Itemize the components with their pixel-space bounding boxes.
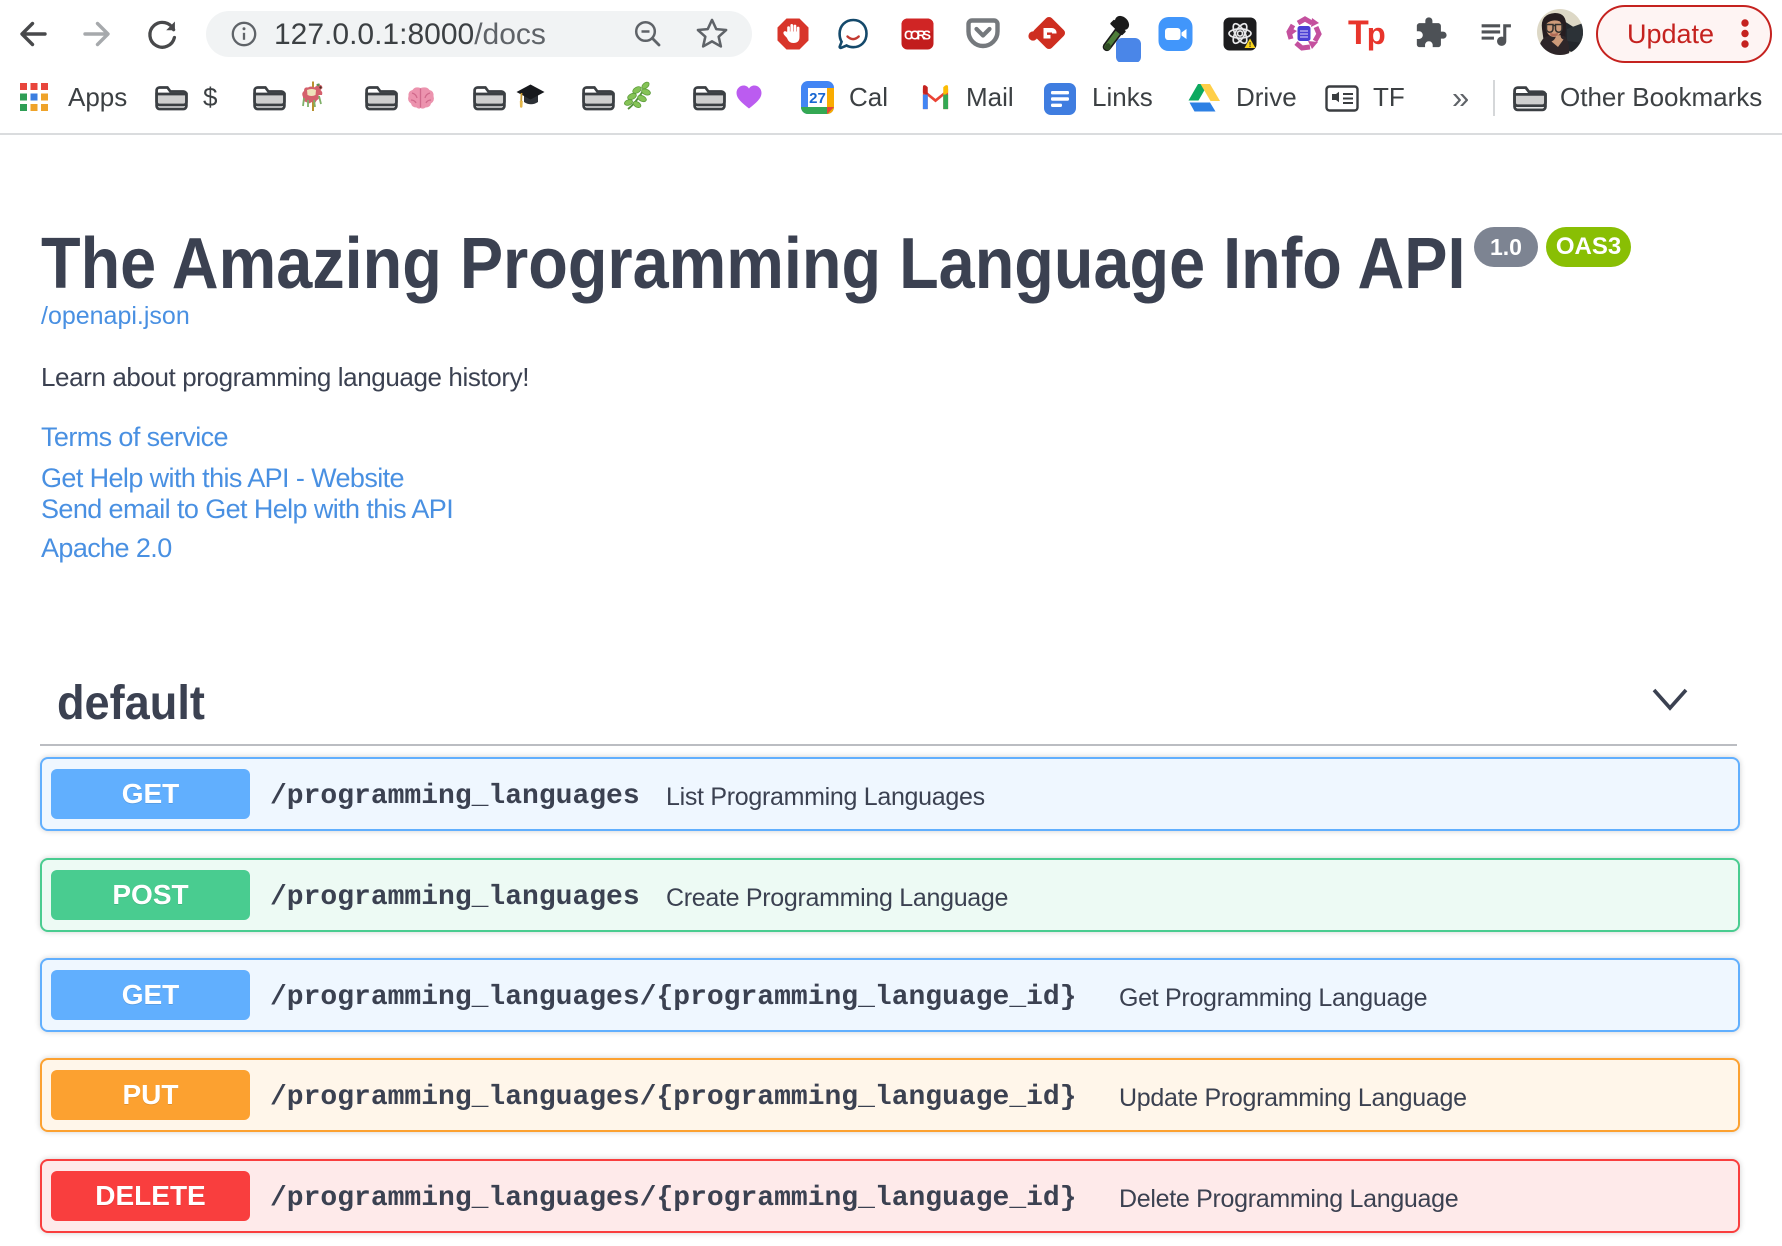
svg-text:27: 27 xyxy=(809,90,826,107)
svg-text:CORS: CORS xyxy=(904,29,931,43)
svg-text:!: ! xyxy=(1249,42,1251,49)
